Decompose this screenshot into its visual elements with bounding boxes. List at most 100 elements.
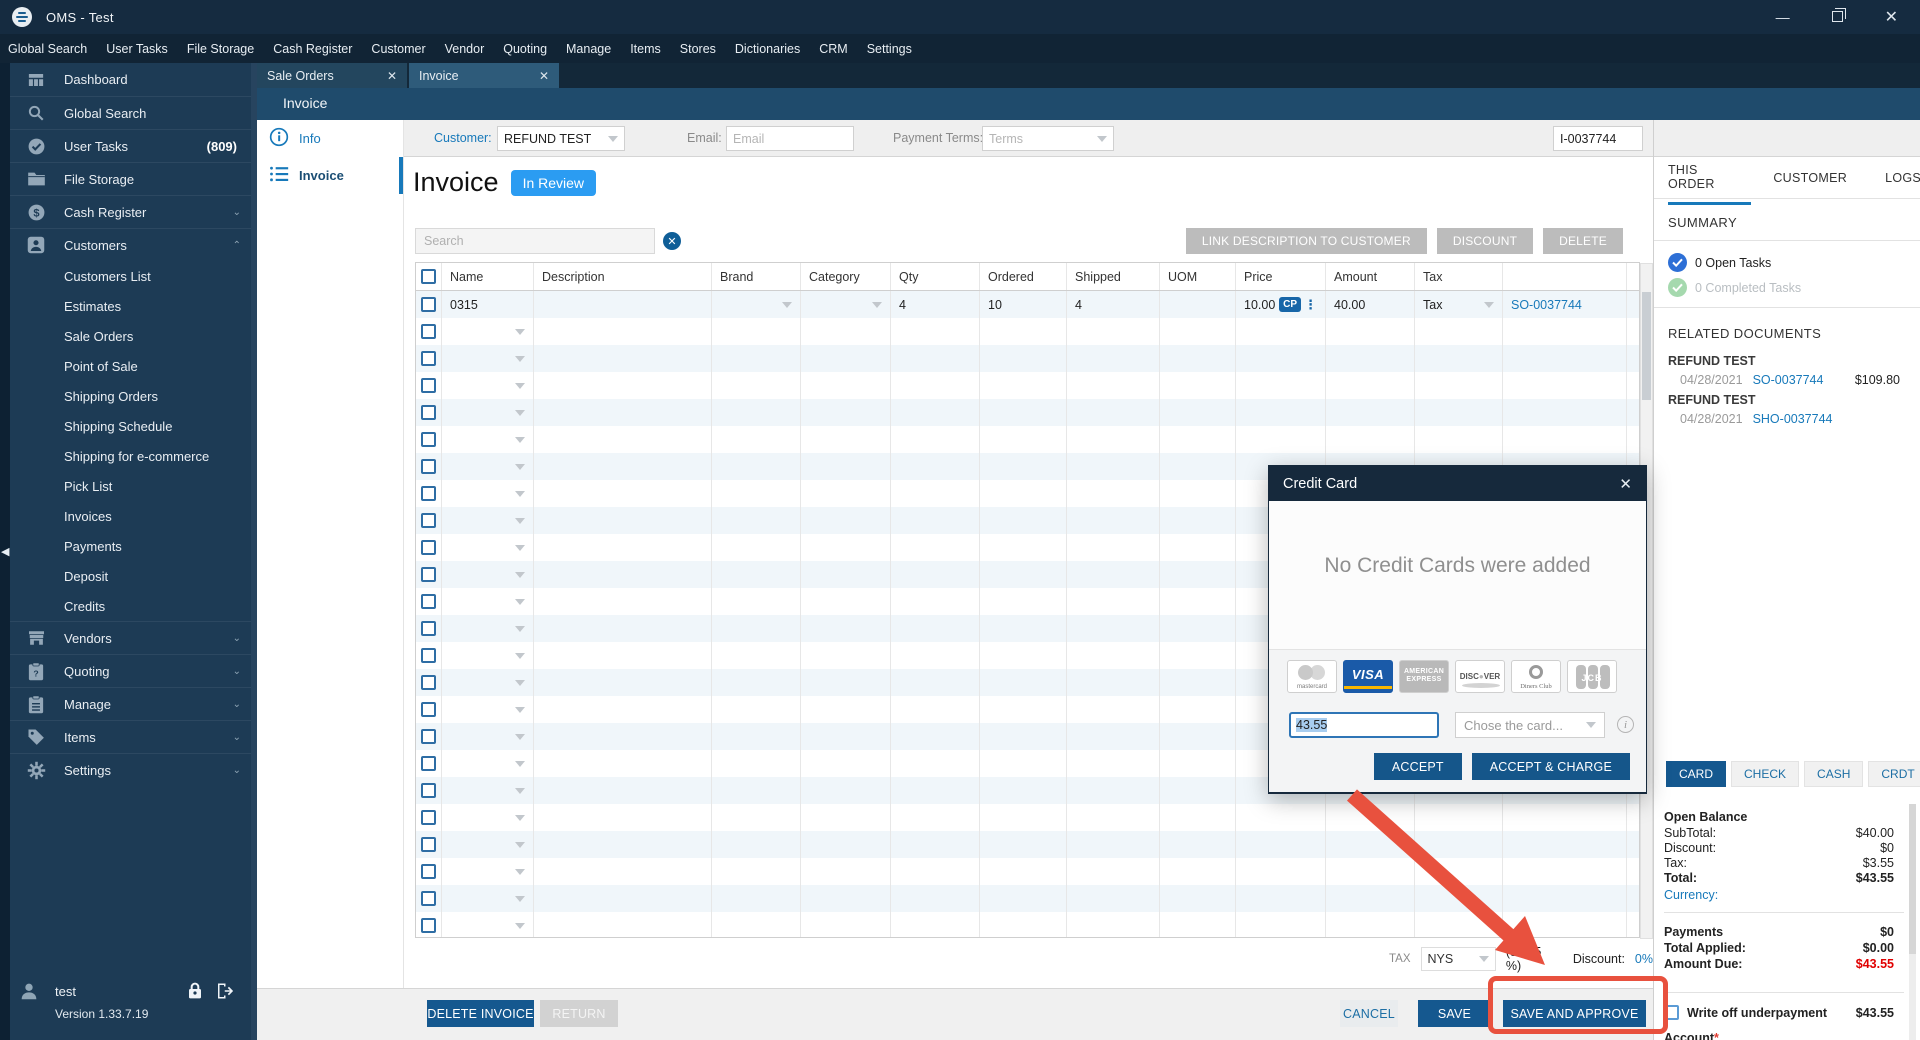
column-header-qty[interactable]: Qty	[891, 263, 980, 290]
menu-crm[interactable]: CRM	[819, 42, 847, 56]
row-checkbox[interactable]	[421, 729, 436, 744]
cell-dropdown-caret[interactable]	[515, 625, 525, 632]
restore-icon[interactable]	[1831, 8, 1846, 25]
sidebar-item-global-search[interactable]: Global Search	[10, 96, 251, 129]
cell-dropdown-caret[interactable]	[515, 895, 525, 902]
amount-input[interactable]: 43.55	[1289, 712, 1439, 738]
sidebar-item-credits[interactable]: Credits	[10, 591, 251, 621]
sidebar-item-shipping-schedule[interactable]: Shipping Schedule	[10, 411, 251, 441]
cell-dropdown-caret[interactable]	[515, 409, 525, 416]
pay-tab-card[interactable]: CARD	[1666, 761, 1727, 787]
table-row-empty[interactable]	[416, 831, 1639, 858]
column-header-shipped[interactable]: Shipped	[1067, 263, 1160, 290]
cancel-button[interactable]: CANCEL	[1340, 1000, 1398, 1027]
minimize-icon[interactable]: —	[1776, 9, 1790, 25]
email-field[interactable]	[726, 126, 854, 151]
cell-dropdown-caret[interactable]	[515, 598, 525, 605]
menu-vendor[interactable]: Vendor	[445, 42, 485, 56]
column-header-amount[interactable]: Amount	[1326, 263, 1415, 290]
cell-dropdown-caret[interactable]	[515, 517, 525, 524]
cell-dropdown-caret[interactable]	[515, 436, 525, 443]
sidebar-item-shipping-for-e-commerce[interactable]: Shipping for e-commerce	[10, 441, 251, 471]
sidebar-item-pick-list[interactable]: Pick List	[10, 471, 251, 501]
accept-button[interactable]: ACCEPT	[1373, 753, 1462, 780]
sidebar-item-shipping-orders[interactable]: Shipping Orders	[10, 381, 251, 411]
related-doc-link[interactable]: SHO-0037744	[1753, 412, 1833, 426]
sidebar-item-file-storage[interactable]: File Storage	[10, 162, 251, 195]
menu-global-search[interactable]: Global Search	[8, 42, 87, 56]
nav-item-invoice[interactable]: Invoice	[257, 157, 403, 194]
cell-dropdown-caret[interactable]	[515, 679, 525, 686]
menu-quoting[interactable]: Quoting	[503, 42, 547, 56]
cell-dropdown-caret[interactable]	[515, 490, 525, 497]
cell-dropdown-caret[interactable]	[1484, 301, 1494, 308]
row-checkbox[interactable]	[421, 567, 436, 582]
discount-value[interactable]: 0%	[1635, 952, 1653, 966]
accept-and-charge-button[interactable]: ACCEPT & CHARGE	[1471, 753, 1630, 780]
row-menu-icon[interactable]: ⋮	[1304, 298, 1317, 311]
modal-close-icon[interactable]: ✕	[1619, 475, 1632, 493]
cell-dropdown-caret[interactable]	[515, 463, 525, 470]
sidebar-item-estimates[interactable]: Estimates	[10, 291, 251, 321]
column-header-name[interactable]: Name	[442, 263, 534, 290]
save-button[interactable]: SAVE	[1418, 1000, 1491, 1027]
row-checkbox[interactable]	[421, 621, 436, 636]
cell-dropdown-caret[interactable]	[782, 301, 792, 308]
cell-dropdown-caret[interactable]	[515, 868, 525, 875]
row-checkbox[interactable]	[421, 702, 436, 717]
sidebar-item-vendors[interactable]: Vendors ⌄	[10, 621, 251, 654]
delete-invoice-button[interactable]: DELETE INVOICE	[427, 1000, 534, 1027]
tab-invoice[interactable]: Invoice ✕	[409, 63, 559, 88]
panel-tab-logs[interactable]: LOGS	[1885, 159, 1920, 196]
sidebar-item-customers[interactable]: Customers ⌃	[10, 228, 251, 261]
card-brand-jcb-icon[interactable]: JCB	[1567, 660, 1617, 693]
row-checkbox[interactable]	[421, 486, 436, 501]
card-brand-diners-club-icon[interactable]: Diners Club	[1511, 660, 1561, 693]
payment-terms-dropdown[interactable]: Terms	[982, 126, 1114, 151]
row-checkbox[interactable]	[421, 675, 436, 690]
delete-button[interactable]: DELETE	[1543, 228, 1623, 254]
cell-dropdown-caret[interactable]	[872, 301, 882, 308]
card-select-dropdown[interactable]: Chose the card...	[1455, 712, 1605, 738]
column-header-price[interactable]: Price	[1236, 263, 1326, 290]
menu-manage[interactable]: Manage	[566, 42, 611, 56]
row-checkbox[interactable]	[421, 864, 436, 879]
cell-dropdown-caret[interactable]	[515, 571, 525, 578]
sidebar-item-payments[interactable]: Payments	[10, 531, 251, 561]
search-input[interactable]	[415, 228, 655, 254]
tab-close-icon[interactable]: ✕	[387, 69, 397, 83]
cell-dropdown-caret[interactable]	[515, 733, 525, 740]
row-checkbox[interactable]	[421, 648, 436, 663]
sidebar-item-dashboard[interactable]: Dashboard	[10, 63, 251, 96]
row-checkbox[interactable]	[421, 269, 436, 284]
cell-dropdown-caret[interactable]	[515, 382, 525, 389]
currency-link[interactable]: Currency:	[1664, 888, 1894, 902]
column-header-ordered[interactable]: Ordered	[980, 263, 1067, 290]
sidebar-item-cash-register[interactable]: $ Cash Register ⌄	[10, 195, 251, 228]
menu-customer[interactable]: Customer	[371, 42, 425, 56]
menu-items[interactable]: Items	[630, 42, 661, 56]
row-checkbox[interactable]	[421, 513, 436, 528]
cell-dropdown-caret[interactable]	[515, 841, 525, 848]
cell-dropdown-caret[interactable]	[515, 760, 525, 767]
link-description-button[interactable]: LINK DESCRIPTION TO CUSTOMER	[1185, 228, 1427, 254]
row-checkbox[interactable]	[421, 378, 436, 393]
pay-tab-cash[interactable]: CASH	[1804, 761, 1864, 787]
table-row-empty[interactable]	[416, 399, 1639, 426]
table-row-empty[interactable]	[416, 318, 1639, 345]
row-checkbox[interactable]	[421, 540, 436, 555]
cell-dropdown-caret[interactable]	[515, 544, 525, 551]
cp-badge[interactable]: CP	[1279, 297, 1301, 312]
cell-dropdown-caret[interactable]	[515, 787, 525, 794]
menu-cash-register[interactable]: Cash Register	[273, 42, 352, 56]
sidebar-collapse-icon[interactable]: ◀	[1, 545, 9, 558]
row-checkbox[interactable]	[421, 351, 436, 366]
sidebar-item-sale-orders[interactable]: Sale Orders	[10, 321, 251, 351]
pay-tab-crdt[interactable]: CRDT	[1868, 761, 1920, 787]
card-brand-american-express-icon[interactable]: AMERICAN EXPRESS	[1399, 660, 1449, 693]
related-doc-link[interactable]: SO-0037744	[1753, 373, 1824, 387]
column-header-description[interactable]: Description	[534, 263, 712, 290]
sidebar-item-point-of-sale[interactable]: Point of Sale	[10, 351, 251, 381]
return-button[interactable]: RETURN	[540, 1000, 618, 1027]
menu-settings[interactable]: Settings	[867, 42, 912, 56]
